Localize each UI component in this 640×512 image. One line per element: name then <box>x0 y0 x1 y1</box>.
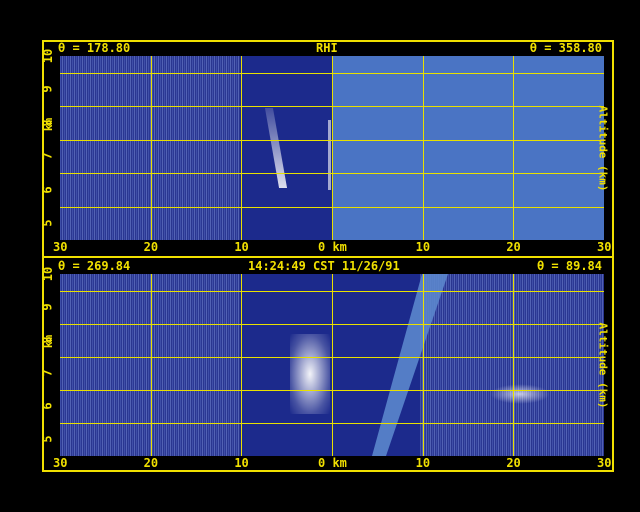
noise-region-left <box>60 56 240 240</box>
echo-feature <box>290 334 330 414</box>
x-tick-label: 10 <box>234 240 249 254</box>
y-tick-label: 5 <box>40 435 55 444</box>
grid-line-horizontal <box>60 291 604 292</box>
x-tick-label: 30 <box>53 456 68 470</box>
y-tick-label: 9 <box>40 303 55 311</box>
bottom-rhi-panel <box>60 274 604 456</box>
scan-mode-label: RHI <box>316 41 338 55</box>
x-tick-label: 20 <box>143 456 159 470</box>
y-axis-title-right: Altitude (km) <box>596 322 610 409</box>
grid-line-vertical <box>332 274 333 456</box>
grid-line-vertical <box>151 274 152 456</box>
grid-line-horizontal <box>60 106 604 107</box>
bottom-header: θ = 269.84 14:24:49 CST 11/26/91 θ = 89.… <box>44 258 612 274</box>
y-tick-label: 9 <box>40 85 55 94</box>
top-left-angle: θ = 178.80 <box>58 41 131 55</box>
x-tick-label: 10 <box>415 240 431 254</box>
y-unit-label: km <box>42 334 56 349</box>
grid-line-vertical <box>513 56 514 240</box>
x-tick-label: 0 km <box>318 456 347 470</box>
echo-feature-right <box>490 384 550 404</box>
x-tick-label: 0 km <box>318 240 347 254</box>
grid-line-vertical <box>332 56 333 240</box>
x-tick-label: 30 <box>597 456 612 470</box>
grid-line-vertical <box>151 56 152 240</box>
y-tick-label: 6 <box>40 186 55 194</box>
y-tick-label: 10 <box>41 266 56 282</box>
x-tick-label: 10 <box>415 456 431 470</box>
grid-line-horizontal <box>60 357 604 358</box>
grid-line-vertical <box>423 274 424 456</box>
y-tick-label: 7 <box>40 369 55 377</box>
x-tick-label: 20 <box>506 456 521 470</box>
x-tick-label: 20 <box>506 240 521 254</box>
echo-feature-edge <box>328 120 331 190</box>
bottom-right-angle: θ = 89.84 <box>536 259 602 273</box>
grid-line-vertical <box>241 274 242 456</box>
x-tick-label: 20 <box>143 240 159 254</box>
grid-line-horizontal <box>60 140 604 141</box>
y-axis-title-right: Altitude (km) <box>596 105 610 192</box>
grid-line-vertical <box>241 56 242 240</box>
grid-line-horizontal <box>60 207 604 208</box>
grid-line-horizontal <box>60 390 604 391</box>
x-tick-label: 30 <box>597 240 612 254</box>
top-rhi-panel <box>60 56 604 240</box>
blocked-sector <box>332 56 604 240</box>
top-right-angle: θ = 358.80 <box>529 41 602 55</box>
bottom-left-angle: θ = 269.84 <box>58 259 131 273</box>
grid-line-vertical <box>423 56 424 240</box>
clear-region <box>240 56 332 240</box>
timestamp-label: 14:24:49 CST 11/26/91 <box>248 259 400 273</box>
y-unit-label: km <box>42 117 56 132</box>
top-header: θ = 178.80 RHI θ = 358.80 <box>44 40 612 56</box>
grid-line-horizontal <box>60 423 604 424</box>
x-tick-label: 30 <box>53 240 68 254</box>
grid-line-vertical <box>513 274 514 456</box>
y-tick-label: 10 <box>41 48 56 64</box>
y-tick-label: 7 <box>40 152 55 160</box>
y-tick-label: 6 <box>40 402 55 410</box>
grid-line-horizontal <box>60 324 604 325</box>
grid-line-horizontal <box>60 173 604 174</box>
x-tick-label: 10 <box>234 456 249 470</box>
grid-line-horizontal <box>60 73 604 74</box>
y-tick-label: 5 <box>40 219 55 227</box>
